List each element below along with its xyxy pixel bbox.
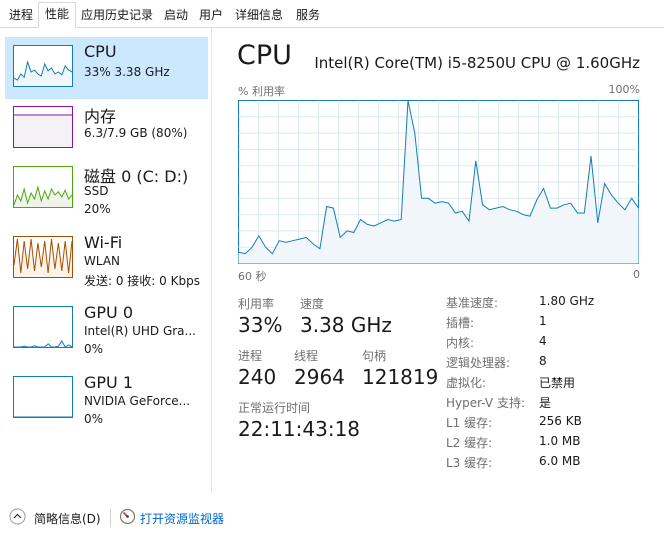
detail-value: 256 KB bbox=[539, 414, 582, 428]
detail-value: 8 bbox=[539, 354, 547, 368]
sidebar: CPU 33% 3.38 GHz 内存 6.3/7.9 GB (80%) 磁盘 … bbox=[0, 28, 212, 493]
disk-mini-chart bbox=[14, 185, 72, 207]
detail-value: 已禁用 bbox=[539, 376, 576, 390]
cpu-mini-chart bbox=[14, 60, 72, 86]
processes-label: 进程 bbox=[238, 349, 263, 363]
detail-label: L3 缓存: bbox=[446, 456, 493, 470]
sidebar-item-wifi[interactable]: Wi-Fi WLAN 发送: 0 接收: 0 Kbps bbox=[5, 228, 208, 290]
memory-thumbnail-graph bbox=[13, 106, 73, 148]
resource-monitor-icon[interactable] bbox=[119, 508, 136, 525]
wifi-thumbnail-graph bbox=[13, 236, 73, 278]
cpu-mini-area bbox=[14, 62, 72, 86]
open-resource-monitor-link[interactable]: 打开资源监视器 bbox=[140, 510, 224, 527]
detail-value: 1.80 GHz bbox=[539, 294, 595, 308]
mem-mini-chart bbox=[14, 114, 72, 147]
fewer-details-button[interactable]: 简略信息(D) bbox=[34, 510, 101, 527]
sidebar-item-sub: Intel(R) UHD Gra... bbox=[84, 324, 196, 338]
processes-value: 240 bbox=[238, 365, 277, 389]
detail-label: 基准速度: bbox=[446, 296, 499, 310]
graph-y-max-label: 100% bbox=[608, 83, 640, 96]
disk-thumbnail-graph bbox=[13, 166, 73, 208]
gpu1-thumbnail-graph bbox=[13, 376, 73, 418]
sidebar-item-cpu[interactable]: CPU 33% 3.38 GHz bbox=[5, 37, 208, 99]
graph-y-label: % 利用率 bbox=[238, 85, 285, 98]
footer-divider bbox=[110, 509, 111, 527]
sidebar-item-sub2: 0% bbox=[84, 412, 104, 426]
threads-label: 线程 bbox=[294, 349, 319, 363]
uptime-label: 正常运行时间 bbox=[238, 401, 311, 415]
tab-details[interactable]: 详细信息 bbox=[228, 3, 290, 26]
detail-value: 1.0 MB bbox=[539, 434, 581, 448]
utilization-value: 33% bbox=[238, 313, 283, 337]
cpu-model-name: Intel(R) Core(TM) i5-8250U CPU @ 1.60GHz bbox=[314, 54, 640, 72]
gpu0-mini-chart bbox=[14, 340, 72, 347]
detail-label: 插槽: bbox=[446, 316, 475, 330]
sidebar-item-sub: SSD bbox=[84, 184, 109, 198]
detail-label: Hyper-V 支持: bbox=[446, 396, 525, 410]
speed-value: 3.38 GHz bbox=[300, 313, 392, 337]
sidebar-item-sub: 33% 3.38 GHz bbox=[84, 65, 170, 79]
threads-value: 2964 bbox=[294, 365, 345, 389]
uptime-value: 22:11:43:18 bbox=[238, 417, 361, 441]
speed-label: 速度 bbox=[300, 297, 325, 311]
sidebar-item-sub: NVIDIA GeForce... bbox=[84, 394, 191, 408]
sidebar-item-title: GPU 1 bbox=[84, 373, 134, 392]
sidebar-item-disk[interactable]: 磁盘 0 (C: D:) SSD 20% bbox=[5, 158, 208, 220]
graph-x-end-label: 0 bbox=[633, 268, 640, 281]
tab-users[interactable]: 用户 bbox=[194, 3, 228, 26]
detail-value: 4 bbox=[539, 334, 547, 348]
wifi-mini-chart bbox=[14, 238, 72, 277]
sidebar-item-memory[interactable]: 内存 6.3/7.9 GB (80%) bbox=[5, 98, 208, 160]
cpu-utilization-graph bbox=[238, 100, 639, 264]
tab-bar: 进程 性能 应用历史记录 启动 用户 详细信息 服务 bbox=[0, 0, 664, 28]
page-title: CPU bbox=[237, 40, 292, 71]
sidebar-item-title: Wi-Fi bbox=[84, 233, 123, 252]
detail-label: 虚拟化: bbox=[446, 376, 487, 390]
cpu-thumbnail-graph bbox=[13, 45, 73, 87]
graph-x-label: 60 秒 bbox=[238, 270, 267, 283]
sidebar-item-sub2: 0% bbox=[84, 342, 104, 356]
chevron-up-circle-icon[interactable] bbox=[9, 508, 26, 525]
utilization-label: 利用率 bbox=[238, 297, 275, 311]
gpu1-mini-chart bbox=[14, 416, 72, 417]
sidebar-item-title: GPU 0 bbox=[84, 303, 134, 322]
detail-label: L2 缓存: bbox=[446, 436, 493, 450]
sidebar-item-sub2: 发送: 0 接收: 0 Kbps bbox=[84, 274, 200, 288]
tab-startup[interactable]: 启动 bbox=[158, 3, 194, 26]
sidebar-item-title: 内存 bbox=[84, 107, 117, 126]
footer: 简略信息(D) 打开资源监视器 bbox=[0, 497, 664, 541]
detail-value: 1 bbox=[539, 314, 547, 328]
sidebar-item-sub2: 20% bbox=[84, 202, 111, 216]
sidebar-item-gpu1[interactable]: GPU 1 NVIDIA GeForce... 0% bbox=[5, 368, 208, 430]
detail-label: L1 缓存: bbox=[446, 416, 493, 430]
tab-services[interactable]: 服务 bbox=[290, 3, 326, 26]
detail-value: 6.0 MB bbox=[539, 454, 581, 468]
sidebar-item-sub: WLAN bbox=[84, 254, 121, 268]
handles-label: 句柄 bbox=[362, 349, 387, 363]
tab-performance[interactable]: 性能 bbox=[38, 2, 76, 28]
detail-label: 逻辑处理器: bbox=[446, 356, 511, 370]
detail-label: 内核: bbox=[446, 336, 475, 350]
mem-mini-area bbox=[14, 115, 72, 147]
tab-app-history[interactable]: 应用历史记录 bbox=[76, 3, 158, 26]
sidebar-item-sub: 6.3/7.9 GB (80%) bbox=[84, 126, 188, 140]
sidebar-item-title: CPU bbox=[84, 42, 117, 61]
detail-value: 是 bbox=[539, 396, 552, 410]
gpu0-thumbnail-graph bbox=[13, 306, 73, 348]
sidebar-item-gpu0[interactable]: GPU 0 Intel(R) UHD Gra... 0% bbox=[5, 298, 208, 360]
tab-processes[interactable]: 进程 bbox=[4, 3, 38, 26]
handles-value: 121819 bbox=[362, 365, 439, 389]
